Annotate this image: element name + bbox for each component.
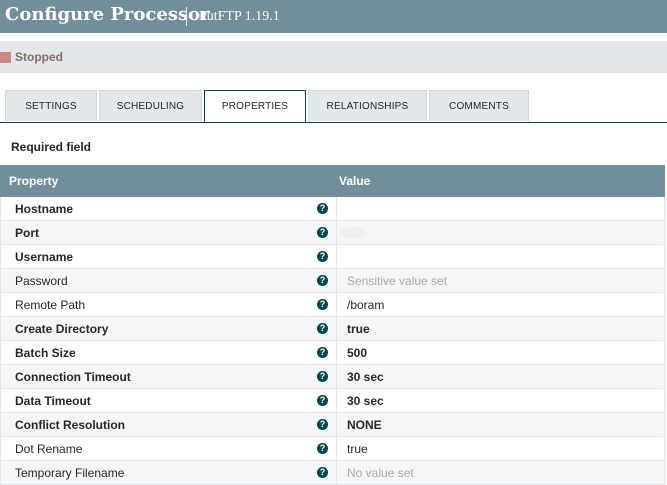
cell-divider xyxy=(336,221,337,244)
help-icon[interactable]: ? xyxy=(317,371,328,382)
tabs-underline xyxy=(0,122,667,123)
property-name: Data Timeout xyxy=(15,394,91,408)
property-value[interactable]: true xyxy=(347,322,370,336)
redacted-value[interactable] xyxy=(341,227,366,239)
properties-table-header: Property Value xyxy=(0,165,665,197)
property-value[interactable]: 30 sec xyxy=(347,370,384,384)
column-header-property: Property xyxy=(9,174,59,188)
properties-table-body: Hostname? Port? Username? Password? Sensitiv… xyxy=(0,197,665,485)
table-row[interactable]: Connection Timeout? 30 sec xyxy=(0,365,665,389)
tab-scheduling[interactable]: SCHEDULING xyxy=(99,90,202,121)
tab-properties[interactable]: PROPERTIES xyxy=(204,90,306,123)
table-row[interactable]: Password? Sensitive value set xyxy=(0,269,665,293)
property-value[interactable]: Sensitive value set xyxy=(347,274,447,288)
cell-divider xyxy=(336,269,337,292)
dialog-title: Configure Processor xyxy=(5,4,210,25)
property-value[interactable]: NONE xyxy=(347,418,382,432)
cell-divider xyxy=(336,341,337,364)
title-separator xyxy=(186,7,187,26)
table-row[interactable]: Dot Rename? true xyxy=(0,437,665,461)
table-row[interactable]: Create Directory? true xyxy=(0,317,665,341)
help-icon[interactable]: ? xyxy=(317,251,328,262)
property-name: Username xyxy=(15,250,74,264)
dialog-header: Configure Processor PutFTP 1.19.1 xyxy=(0,0,667,33)
table-row[interactable]: Remote Path? /boram xyxy=(0,293,665,317)
cell-divider xyxy=(336,293,337,316)
table-row[interactable]: Conflict Resolution? NONE xyxy=(0,413,665,437)
property-value[interactable]: 500 xyxy=(347,346,367,360)
table-row[interactable]: Hostname? xyxy=(0,197,665,221)
property-name: Temporary Filename xyxy=(15,466,125,480)
table-row[interactable]: Username? xyxy=(0,245,665,269)
help-icon[interactable]: ? xyxy=(317,347,328,358)
column-header-value: Value xyxy=(339,174,371,188)
help-icon[interactable]: ? xyxy=(317,323,328,334)
status-label: Stopped xyxy=(15,50,63,64)
help-icon[interactable]: ? xyxy=(317,419,328,430)
tab-settings[interactable]: SETTINGS xyxy=(5,90,97,121)
cell-divider xyxy=(336,317,337,340)
table-row[interactable]: Batch Size? 500 xyxy=(0,341,665,365)
property-name: Conflict Resolution xyxy=(15,418,125,432)
property-value[interactable]: true xyxy=(347,442,368,456)
help-icon[interactable]: ? xyxy=(317,203,328,214)
property-name: Remote Path xyxy=(15,298,86,312)
help-icon[interactable]: ? xyxy=(317,299,328,310)
required-field-note: Required field xyxy=(11,140,92,154)
help-icon[interactable]: ? xyxy=(317,467,328,478)
property-name: Batch Size xyxy=(15,346,76,360)
cell-divider xyxy=(336,389,337,412)
stopped-status-icon xyxy=(0,52,11,63)
processor-type: PutFTP 1.19.1 xyxy=(199,9,280,24)
property-value[interactable]: No value set xyxy=(347,466,414,480)
table-row[interactable]: Temporary Filename? No value set xyxy=(0,461,665,485)
tab-relationships[interactable]: RELATIONSHIPS xyxy=(308,90,427,121)
help-icon[interactable]: ? xyxy=(317,227,328,238)
help-icon[interactable]: ? xyxy=(317,275,328,286)
cell-divider xyxy=(336,365,337,388)
tab-comments[interactable]: COMMENTS xyxy=(429,90,529,121)
status-bar xyxy=(0,41,667,73)
property-name: Password xyxy=(15,274,68,288)
help-icon[interactable]: ? xyxy=(317,443,328,454)
property-name: Hostname xyxy=(15,202,74,216)
cell-divider xyxy=(336,437,337,460)
table-row[interactable]: Data Timeout? 30 sec xyxy=(0,389,665,413)
property-value[interactable]: /boram xyxy=(347,298,384,312)
table-row[interactable]: Port? xyxy=(0,221,665,245)
property-name: Dot Rename xyxy=(15,442,83,456)
cell-divider xyxy=(336,197,337,220)
property-name: Connection Timeout xyxy=(15,370,131,384)
cell-divider xyxy=(336,245,337,268)
help-icon[interactable]: ? xyxy=(317,395,328,406)
property-name: Port xyxy=(15,226,39,240)
property-name: Create Directory xyxy=(15,322,109,336)
property-value[interactable]: 30 sec xyxy=(347,394,384,408)
cell-divider xyxy=(336,413,337,436)
cell-divider xyxy=(336,461,337,484)
